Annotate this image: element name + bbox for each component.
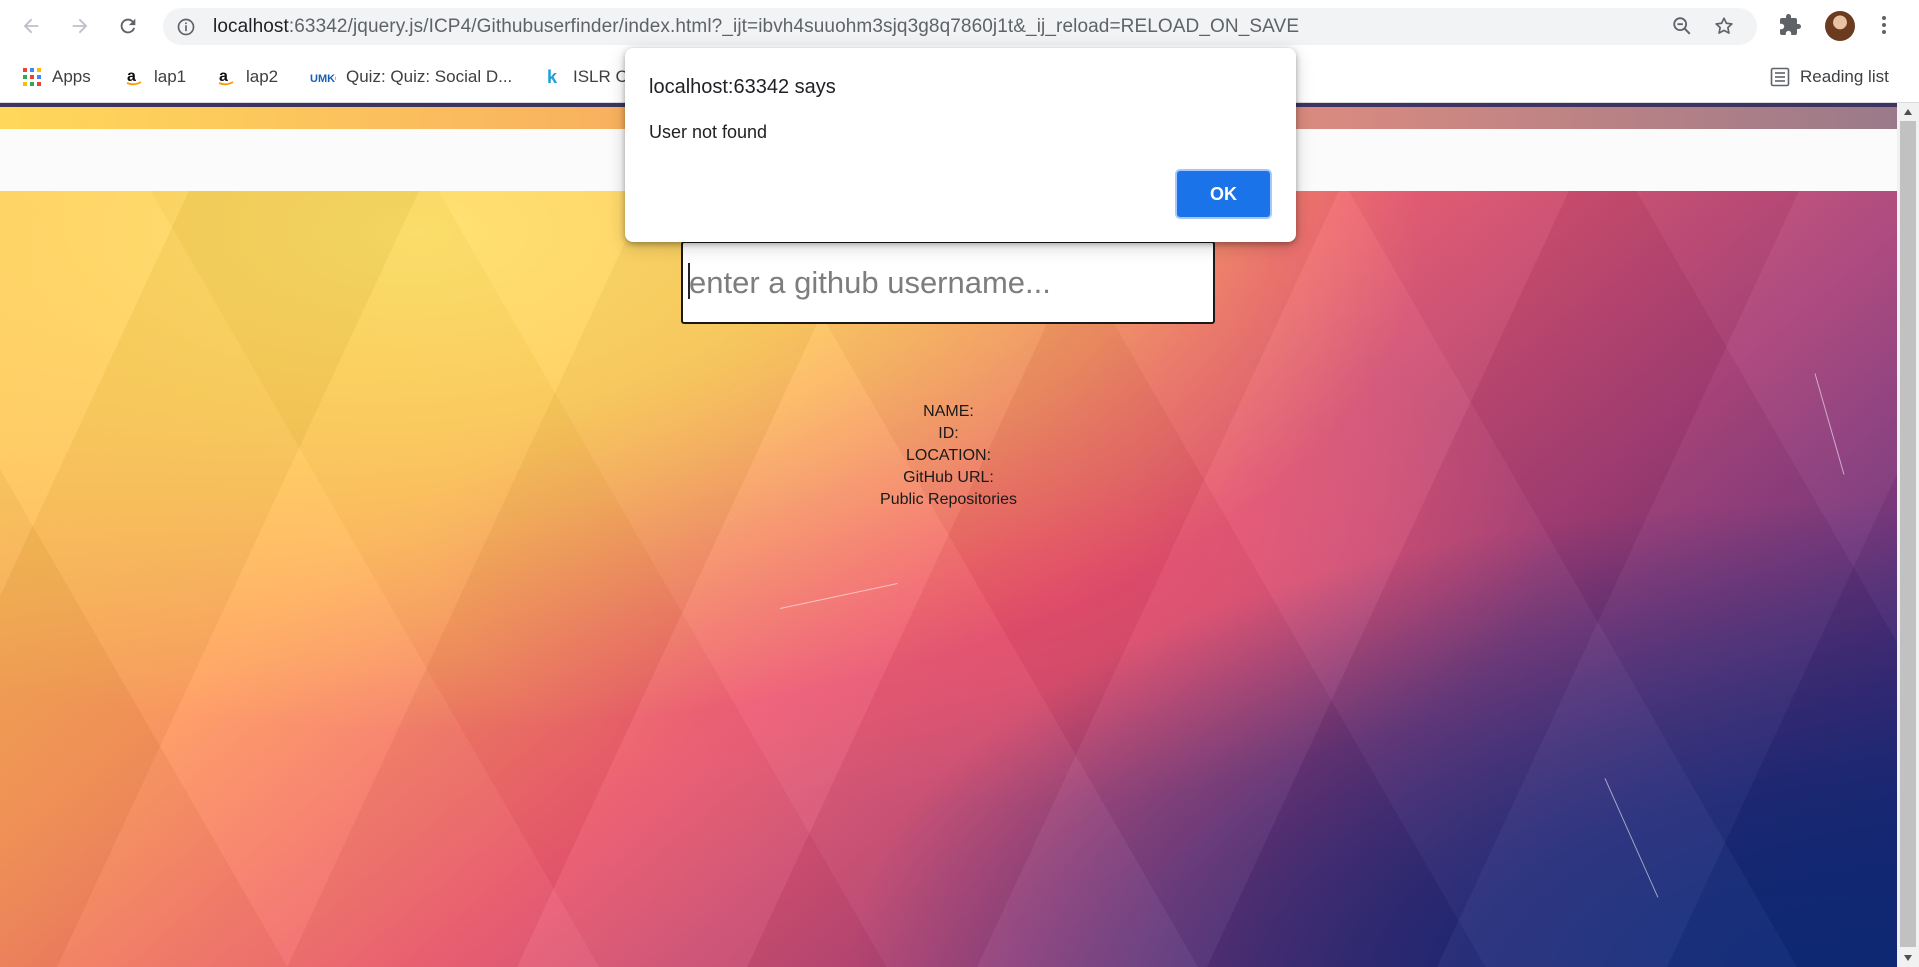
svg-text:a: a [127,68,136,85]
text-caret [688,263,690,299]
github-url-label: GitHub URL: [903,469,994,486]
bookmark-star-icon[interactable] [1713,15,1735,42]
amazon-icon: a [216,67,236,87]
dialog-title: localhost:63342 says [649,76,836,98]
amazon-icon: a [124,67,144,87]
forward-button[interactable] [64,10,96,42]
bookmark-label: lap1 [154,67,187,86]
id-label: ID: [938,425,959,442]
location-label: LOCATION: [905,447,992,464]
name-label: NAME: [923,403,974,420]
url-path: :63342/jquery.js/ICP4/Githubuserfinder/i… [288,16,1300,37]
url-host: localhost [213,16,289,37]
svg-text:k: k [547,67,558,87]
bookmark-quiz[interactable]: UMKC Quiz: Quiz: Social D... [310,64,512,90]
light-streak [779,583,898,609]
reading-list-button[interactable]: Reading list [1770,64,1889,90]
reload-icon [120,18,136,34]
reading-list-label: Reading list [1800,67,1889,86]
browser-toolbar: localhost:63342/jquery.js/ICP4/Githubuse… [0,0,1919,52]
page-scrollbar[interactable] [1897,103,1919,967]
apps-grid-icon [22,67,42,87]
extensions-puzzle-icon[interactable] [1778,13,1802,42]
scroll-down-arrow-icon[interactable] [1897,949,1919,967]
ok-button[interactable]: OK [1175,169,1272,219]
profile-avatar[interactable] [1825,11,1855,41]
bookmark-label: Apps [52,67,91,86]
bookmark-lap1[interactable]: a lap1 [124,64,186,90]
bookmark-lap2[interactable]: a lap2 [216,64,278,90]
reading-list-icon [1770,67,1790,87]
alert-dialog: localhost:63342 says User not found OK [625,48,1296,242]
site-info-icon[interactable] [176,17,196,42]
bookmark-label: ISLR C [573,67,628,86]
dialog-message: User not found [649,122,768,142]
user-info-panel: NAME: ID: LOCATION: GitHub URL: Public R… [0,401,1897,511]
bookmark-label: lap2 [246,67,279,86]
github-username-input[interactable] [681,241,1215,324]
menu-kebab-icon[interactable] [1878,13,1890,42]
svg-text:UMKC: UMKC [310,73,336,85]
bookmark-islr[interactable]: k ISLR C [543,64,628,90]
k-icon: k [543,67,563,87]
url-text: localhost:63342/jquery.js/ICP4/Githubuse… [213,16,1299,38]
address-bar[interactable]: localhost:63342/jquery.js/ICP4/Githubuse… [163,8,1757,45]
umkc-icon: UMKC [310,67,336,87]
light-streak [1604,778,1659,898]
reload-button[interactable] [112,10,144,42]
back-button[interactable] [15,10,47,42]
forward-arrow-icon [72,18,88,34]
public-repos-label: Public Repositories [880,491,1017,508]
scroll-up-arrow-icon[interactable] [1897,103,1919,121]
bookmark-apps[interactable]: Apps [22,64,91,90]
back-arrow-icon [23,18,39,34]
bookmark-label: Quiz: Quiz: Social D... [346,67,513,86]
scrollbar-thumb[interactable] [1900,121,1916,947]
zoom-icon[interactable] [1671,15,1693,42]
svg-text:a: a [219,68,228,85]
